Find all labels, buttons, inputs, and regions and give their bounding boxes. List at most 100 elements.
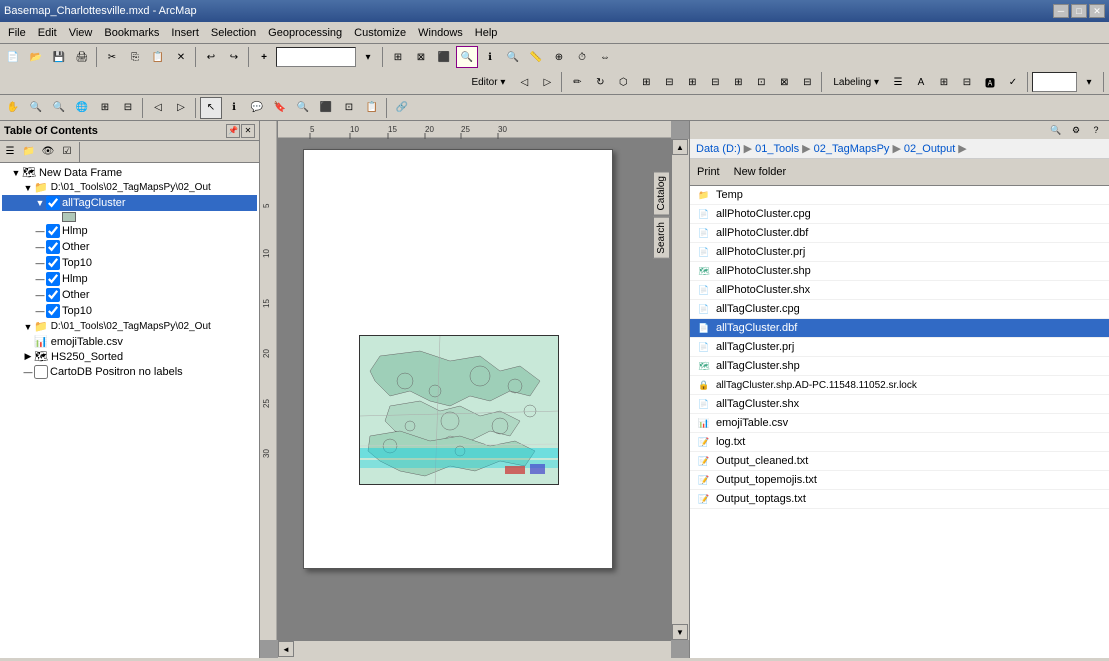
toc-item-path1[interactable]: ▼ 📁 D:\01_Tools\02_TagMapsPy\02_Out [2, 180, 257, 195]
undo-button[interactable]: ↩ [200, 46, 222, 68]
toc-vis-btn[interactable]: 👁 [39, 143, 57, 161]
more2-btn[interactable]: ⊟ [704, 71, 726, 93]
menu-selection[interactable]: Selection [205, 25, 262, 41]
new-button[interactable]: 📄 [2, 46, 24, 68]
breadcrumb-01tools[interactable]: 01_Tools [755, 143, 799, 155]
scroll-up-btn[interactable]: ▲ [672, 139, 688, 155]
catalog-tab-btn[interactable]: Catalog [653, 171, 670, 215]
scale-input[interactable]: 1:4,275 [276, 47, 356, 67]
catalog-item-output-cleaned[interactable]: 📝 Output_cleaned.txt [690, 452, 1109, 471]
scroll-down-btn[interactable]: ▼ [672, 624, 688, 640]
more-btn[interactable]: ⊞ [681, 71, 703, 93]
expand-icon-path1[interactable]: ▼ [22, 183, 34, 193]
open-button[interactable]: 📂 [25, 46, 47, 68]
bookmark-btn[interactable]: 🔖 [269, 97, 291, 119]
catalog-item-output-toptags[interactable]: 📝 Output_toptags.txt [690, 490, 1109, 509]
catalog-item-alltagcluster-shp-lock[interactable]: 🔒 allTagCluster.shp.AD-PC.11548.11052.sr… [690, 376, 1109, 395]
toc-item-other1[interactable]: — Other [2, 239, 257, 255]
catalog-item-temp[interactable]: 📁 Temp [690, 186, 1109, 205]
go-to-xy[interactable]: ⊕ [548, 46, 570, 68]
measure-button[interactable]: 📏 [525, 46, 547, 68]
menu-help[interactable]: Help [469, 25, 504, 41]
menu-windows[interactable]: Windows [412, 25, 469, 41]
toc-item-alltagcluster[interactable]: ▼ allTagCluster [2, 195, 257, 211]
back-btn[interactable]: ◁ [147, 97, 169, 119]
expand-icon-hlmp1[interactable]: — [34, 226, 46, 236]
toc-item-top10a[interactable]: — Top10 [2, 255, 257, 271]
toc-check-top10b[interactable] [46, 304, 60, 318]
callout-btn[interactable]: 💬 [246, 97, 268, 119]
maximize-button[interactable]: □ [1071, 4, 1087, 18]
expand-icon-other2[interactable]: — [34, 290, 46, 300]
catalog-item-allphotocluster-shp[interactable]: 🗺 allPhotoCluster.shp [690, 262, 1109, 281]
expand-icon-other1[interactable]: — [34, 242, 46, 252]
toc-sel-btn[interactable]: ☑ [58, 143, 76, 161]
topology-btn[interactable]: ⊟ [658, 71, 680, 93]
fast-input[interactable]: Fast [1032, 72, 1077, 92]
catalog-item-emojitable-csv[interactable]: 📊 emojiTable.csv [690, 414, 1109, 433]
more5-btn[interactable]: ⊠ [773, 71, 795, 93]
fixed-zoom-in[interactable]: ⊞ [94, 97, 116, 119]
info-btn[interactable]: ℹ [223, 97, 245, 119]
scale-dropdown[interactable]: ▾ [357, 46, 379, 68]
toc-check-hlmp2[interactable] [46, 272, 60, 286]
toc-item-path2[interactable]: ▼ 📁 D:\01_Tools\02_TagMapsPy\02_Out [2, 319, 257, 334]
expand-icon-hs250[interactable]: ▶ [22, 351, 34, 362]
catalog-item-allphotocluster-dbf[interactable]: 📄 allPhotoCluster.dbf [690, 224, 1109, 243]
cat-gear-icon[interactable]: ⚙ [1067, 122, 1085, 138]
catalog-item-alltagcluster-dbf[interactable]: 📄 allTagCluster.dbf [690, 319, 1109, 338]
print-button[interactable]: 🖨 [71, 46, 93, 68]
zoom-in-button[interactable]: + [253, 46, 275, 68]
editor-tool2[interactable]: ▷ [536, 71, 558, 93]
toc-item-hlmp2[interactable]: — Hlmp [2, 271, 257, 287]
delete-button[interactable]: ✕ [170, 46, 192, 68]
menu-edit[interactable]: Edit [32, 25, 63, 41]
toc-item-cartodb[interactable]: — CartoDB Positron no labels [2, 364, 257, 380]
zoom-extent-button[interactable]: ⊠ [410, 46, 432, 68]
more6-btn[interactable]: ⊟ [796, 71, 818, 93]
toc-folder-btn[interactable]: 📁 [20, 143, 38, 161]
menu-insert[interactable]: Insert [165, 25, 205, 41]
menu-customize[interactable]: Customize [348, 25, 412, 41]
editor-button[interactable]: Editor ▾ [464, 71, 512, 93]
map-canvas-bg[interactable] [278, 139, 671, 640]
toc-check-cartodb[interactable] [34, 365, 48, 379]
toc-close[interactable]: ✕ [241, 124, 255, 138]
editor-tool1[interactable]: ◁ [513, 71, 535, 93]
toc-check-hlmp1[interactable] [46, 224, 60, 238]
label-tool5[interactable]: 🅰 [979, 71, 1001, 93]
more3-btn[interactable]: ⊞ [727, 71, 749, 93]
catalog-item-alltagcluster-shx[interactable]: 📄 allTagCluster.shx [690, 395, 1109, 414]
search-tab-btn[interactable]: Search [653, 217, 670, 259]
paste-button[interactable]: 📋 [147, 46, 169, 68]
cat-help-icon[interactable]: ? [1087, 122, 1105, 138]
swipe-btn[interactable]: ⇔ [594, 46, 616, 68]
labeling-btn[interactable]: Labeling ▾ [826, 71, 886, 93]
fast-dropdown[interactable]: ▾ [1078, 71, 1100, 93]
cut-button[interactable]: ✂ [101, 46, 123, 68]
identify-button[interactable]: ℹ [479, 46, 501, 68]
redo-button[interactable]: ↪ [223, 46, 245, 68]
catalog-item-allphotocluster-cpg[interactable]: 📄 allPhotoCluster.cpg [690, 205, 1109, 224]
label-tool4[interactable]: ⊟ [956, 71, 978, 93]
minimize-button[interactable]: ─ [1053, 4, 1069, 18]
menu-geoprocessing[interactable]: Geoprocessing [262, 25, 348, 41]
label-tool3[interactable]: ⊞ [933, 71, 955, 93]
menu-view[interactable]: View [63, 25, 99, 41]
catalog-item-allphotocluster-shx[interactable]: 📄 allPhotoCluster.shx [690, 281, 1109, 300]
label-tool2[interactable]: A [910, 71, 932, 93]
breadcrumb-02output[interactable]: 02_Output [904, 143, 955, 155]
toc-item-hlmp1[interactable]: — Hlmp [2, 223, 257, 239]
cat-print-btn[interactable]: Print [692, 161, 725, 183]
zoom-in2[interactable]: 🔍 [456, 46, 478, 68]
catalog-item-alltagcluster-cpg[interactable]: 📄 allTagCluster.cpg [690, 300, 1109, 319]
expand-icon-path2[interactable]: ▼ [22, 322, 34, 332]
breadcrumb-02tagmapspy[interactable]: 02_TagMapsPy [814, 143, 890, 155]
save-button[interactable]: 💾 [48, 46, 70, 68]
scroll-left-btn[interactable]: ◄ [278, 641, 294, 657]
more4-btn[interactable]: ⊡ [750, 71, 772, 93]
hyper-btn[interactable]: 🔗 [391, 97, 413, 119]
expand-icon[interactable]: ▼ [10, 168, 22, 178]
toc-check-alltagcluster[interactable] [46, 196, 60, 210]
catalog-item-alltagcluster-prj[interactable]: 📄 allTagCluster.prj [690, 338, 1109, 357]
